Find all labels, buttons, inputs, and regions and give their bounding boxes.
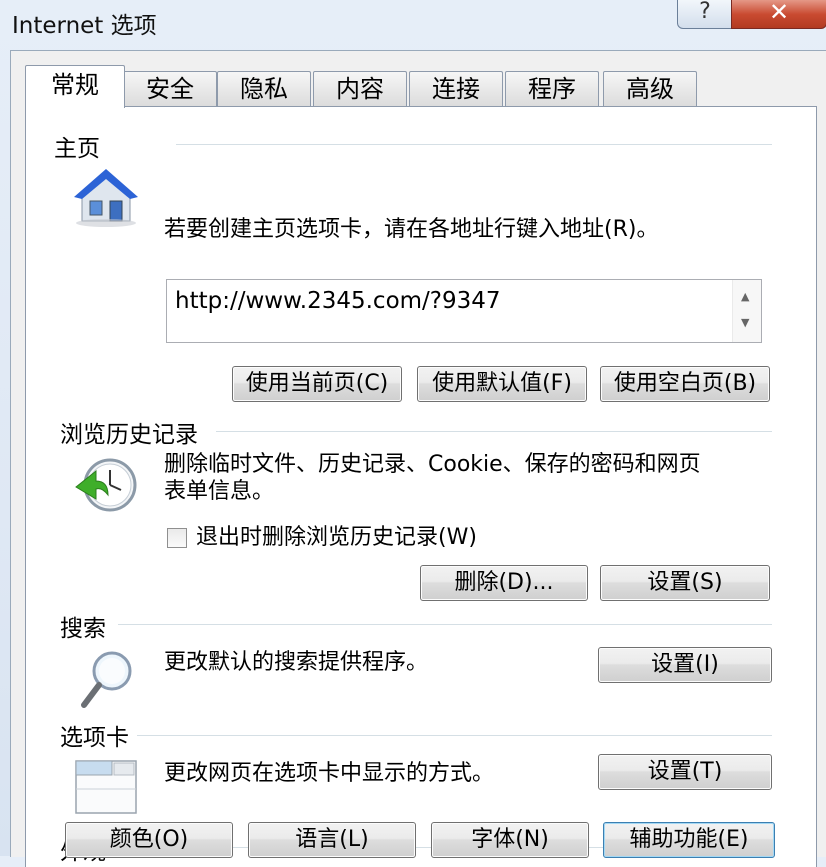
history-settings-button[interactable]: 设置(S) bbox=[600, 565, 770, 601]
home-description: 若要创建主页选项卡，请在各地址行键入地址(R)。 bbox=[164, 217, 659, 242]
tabs-icon bbox=[75, 760, 137, 814]
tab-general[interactable]: 常规 bbox=[25, 65, 125, 108]
clock-icon bbox=[75, 458, 137, 512]
tab-content[interactable]: 内容 bbox=[313, 71, 407, 106]
colors-button[interactable]: 颜色(O) bbox=[65, 822, 233, 858]
history-description-line1: 删除临时文件、历史记录、Cookie、保存的密码和网页 bbox=[164, 452, 701, 477]
tab-privacy[interactable]: 隐私 bbox=[217, 71, 311, 106]
search-group-label: 搜索 bbox=[60, 609, 114, 643]
home-group-label: 主页 bbox=[54, 129, 108, 163]
tab-security[interactable]: 安全 bbox=[123, 71, 217, 106]
window-title: Internet 选项 bbox=[12, 13, 157, 39]
search-description: 更改默认的搜索提供程序。 bbox=[164, 650, 429, 675]
home-page-url-field[interactable]: http://www.2345.com/?9347 ▲ ▼ bbox=[166, 279, 762, 343]
magnifier-icon bbox=[81, 651, 132, 708]
search-group-divider bbox=[118, 624, 772, 625]
accessibility-button[interactable]: 辅助功能(E) bbox=[603, 822, 775, 858]
tab-advanced[interactable]: 高级 bbox=[603, 71, 697, 106]
search-settings-button[interactable]: 设置(I) bbox=[598, 647, 772, 683]
tabs-group-label: 选项卡 bbox=[60, 718, 137, 752]
use-blank-button[interactable]: 使用空白页(B) bbox=[600, 366, 770, 402]
tab-programs[interactable]: 程序 bbox=[505, 71, 599, 106]
home-icon bbox=[74, 169, 138, 227]
title-bar: Internet 选项 ? ✕ bbox=[0, 0, 826, 48]
delete-history-button[interactable]: 删除(D)... bbox=[420, 565, 588, 601]
tabs-settings-button[interactable]: 设置(T) bbox=[598, 754, 772, 790]
tabs-group-divider bbox=[136, 735, 772, 736]
home-group-divider bbox=[176, 144, 772, 145]
history-group-label: 浏览历史记录 bbox=[60, 415, 206, 449]
fonts-button[interactable]: 字体(N) bbox=[431, 822, 589, 858]
delete-on-exit-checkbox[interactable] bbox=[167, 528, 187, 548]
close-button[interactable]: ✕ bbox=[731, 0, 826, 29]
tabs-description: 更改网页在选项卡中显示的方式。 bbox=[164, 761, 495, 786]
delete-on-exit-label[interactable]: 退出时删除浏览历史记录(W) bbox=[196, 525, 477, 551]
help-button[interactable]: ? bbox=[677, 0, 733, 29]
home-page-url-value: http://www.2345.com/?9347 bbox=[175, 288, 501, 314]
use-current-button[interactable]: 使用当前页(C) bbox=[232, 366, 402, 402]
internet-options-dialog: 常规 安全 隐私 内容 连接 程序 高级 主页 若要创建主页选项卡，请在各地址行… bbox=[10, 50, 826, 867]
use-default-button[interactable]: 使用默认值(F) bbox=[417, 366, 587, 402]
scroll-down-icon[interactable]: ▼ bbox=[741, 316, 749, 329]
history-group-divider bbox=[216, 431, 772, 432]
scroll-up-icon[interactable]: ▲ bbox=[741, 290, 749, 303]
history-description-line2: 表单信息。 bbox=[164, 479, 275, 504]
general-tab-panel: 主页 若要创建主页选项卡，请在各地址行键入地址(R)。 http://www.2… bbox=[25, 106, 817, 867]
languages-button[interactable]: 语言(L) bbox=[248, 822, 416, 858]
tab-connections[interactable]: 连接 bbox=[409, 71, 503, 106]
url-scrollbar[interactable]: ▲ ▼ bbox=[732, 280, 761, 342]
